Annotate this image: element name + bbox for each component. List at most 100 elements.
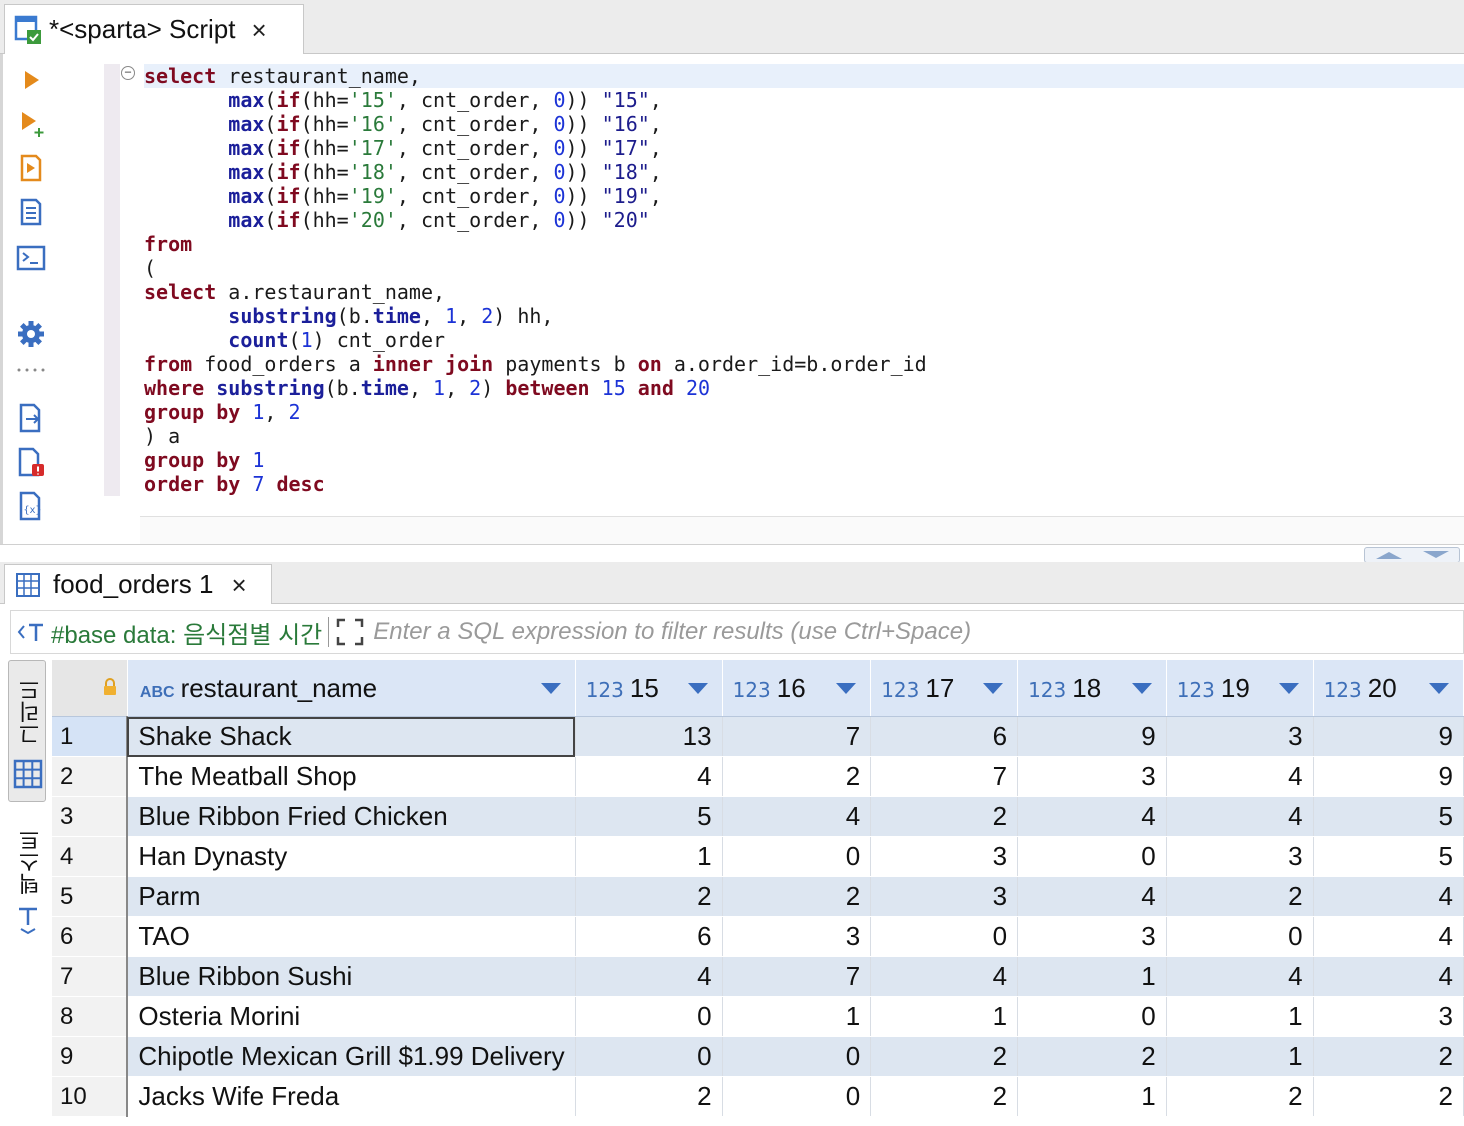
column-header[interactable]: 123 16 <box>722 660 872 717</box>
count-cell[interactable]: 2 <box>870 1076 1019 1117</box>
problems-icon[interactable] <box>13 444 49 480</box>
restaurant-name-cell[interactable]: Parm <box>127 876 576 917</box>
count-cell[interactable]: 2 <box>1166 1076 1314 1117</box>
editor-horizontal-scrollbar[interactable] <box>140 516 1464 545</box>
export-icon[interactable] <box>13 400 49 436</box>
count-cell[interactable]: 5 <box>1313 796 1464 837</box>
table-row[interactable]: 2 The Meatball Shop 4 2 7 3 4 9 <box>52 756 1464 797</box>
table-row[interactable]: 7 Blue Ribbon Sushi 4 7 4 1 4 4 <box>52 956 1464 997</box>
row-number[interactable]: 3 <box>52 796 129 837</box>
count-cell[interactable]: 2 <box>1017 1036 1167 1077</box>
code-line[interactable]: max(if(hh='17', cnt_order, 0)) "17", <box>144 136 927 160</box>
count-cell[interactable]: 4 <box>1017 796 1167 837</box>
restaurant-name-cell[interactable]: Jacks Wife Freda <box>127 1076 576 1117</box>
count-cell[interactable]: 0 <box>575 996 723 1037</box>
count-cell[interactable]: 5 <box>1313 836 1464 877</box>
count-cell[interactable]: 9 <box>1017 716 1167 757</box>
count-cell[interactable]: 0 <box>1166 916 1314 957</box>
count-cell[interactable]: 4 <box>1313 916 1464 957</box>
count-cell[interactable]: 4 <box>870 956 1019 997</box>
count-cell[interactable]: 3 <box>1313 996 1464 1037</box>
row-number[interactable]: 8 <box>52 996 129 1037</box>
code-line[interactable]: max(if(hh='15', cnt_order, 0)) "15", <box>144 88 927 112</box>
count-cell[interactable]: 5 <box>575 796 723 837</box>
explain-plan-icon[interactable] <box>13 240 49 276</box>
count-cell[interactable]: 0 <box>1017 996 1167 1037</box>
panel-splitter[interactable] <box>0 544 1464 563</box>
count-cell[interactable]: 1 <box>1017 1076 1167 1117</box>
row-number[interactable]: 6 <box>52 916 129 957</box>
sort-filter-arrow-icon[interactable] <box>836 683 857 694</box>
execute-statement-icon[interactable] <box>13 62 49 98</box>
count-cell[interactable]: 2 <box>1166 876 1314 917</box>
count-cell[interactable]: 0 <box>722 1036 872 1077</box>
table-row[interactable]: 1 Shake Shack 13 7 6 9 3 9 <box>52 716 1464 757</box>
count-cell[interactable]: 3 <box>870 876 1019 917</box>
restaurant-name-cell[interactable]: TAO <box>127 916 576 957</box>
chevron-down-icon[interactable] <box>1421 550 1451 560</box>
restaurant-name-cell[interactable]: Blue Ribbon Sushi <box>127 956 576 997</box>
column-header[interactable]: 123 15 <box>575 660 723 717</box>
count-cell[interactable]: 4 <box>1313 956 1464 997</box>
column-header[interactable]: 123 18 <box>1017 660 1167 717</box>
count-cell[interactable]: 2 <box>722 756 872 797</box>
count-cell[interactable]: 1 <box>1017 956 1167 997</box>
code-line[interactable]: group by 1 <box>144 448 927 472</box>
count-cell[interactable]: 4 <box>1017 876 1167 917</box>
tab-text-view[interactable]: 텍스트 <box>8 820 46 940</box>
execute-script-icon[interactable] <box>13 150 49 186</box>
close-icon[interactable]: × <box>231 572 246 598</box>
count-cell[interactable]: 4 <box>1166 756 1314 797</box>
execute-script-new-tab-icon[interactable] <box>13 194 49 230</box>
count-cell[interactable]: 1 <box>1166 996 1314 1037</box>
count-cell[interactable]: 3 <box>722 916 872 957</box>
tab-sparta-script[interactable]: *<sparta> Script × <box>4 4 304 54</box>
results-grid[interactable]: ABC restaurant_name 123 15 123 16 123 17 123 18 12… <box>52 660 1464 1126</box>
count-cell[interactable]: 6 <box>870 716 1019 757</box>
column-header[interactable]: 123 19 <box>1166 660 1314 717</box>
count-cell[interactable]: 4 <box>575 956 723 997</box>
code-line[interactable]: ) a <box>144 424 927 448</box>
grid-corner[interactable] <box>52 660 128 717</box>
count-cell[interactable]: 7 <box>722 716 872 757</box>
table-row[interactable]: 6 TAO 6 3 0 3 0 4 <box>52 916 1464 957</box>
count-cell[interactable]: 1 <box>870 996 1019 1037</box>
text-toggle-icon[interactable] <box>17 620 47 644</box>
count-cell[interactable]: 0 <box>575 1036 723 1077</box>
code-line[interactable]: substring(b.time, 1, 2) hh, <box>144 304 927 328</box>
sql-editor[interactable]: − select restaurant_name, max(if(hh='15'… <box>60 54 1464 544</box>
count-cell[interactable]: 4 <box>575 756 723 797</box>
count-cell[interactable]: 4 <box>1166 796 1314 837</box>
count-cell[interactable]: 1 <box>722 996 872 1037</box>
count-cell[interactable]: 3 <box>870 836 1019 877</box>
close-icon[interactable]: × <box>251 17 266 43</box>
count-cell[interactable]: 4 <box>722 796 872 837</box>
table-row[interactable]: 4 Han Dynasty 1 0 3 0 3 5 <box>52 836 1464 877</box>
count-cell[interactable]: 3 <box>1017 916 1167 957</box>
count-cell[interactable]: 0 <box>722 1076 872 1117</box>
table-row[interactable]: 8 Osteria Morini 0 1 1 0 1 3 <box>52 996 1464 1037</box>
restaurant-name-cell[interactable]: Shake Shack <box>127 716 576 757</box>
code-line[interactable]: max(if(hh='20', cnt_order, 0)) "20" <box>144 208 927 232</box>
count-cell[interactable]: 1 <box>1166 1036 1314 1077</box>
count-cell[interactable]: 7 <box>722 956 872 997</box>
row-number[interactable]: 7 <box>52 956 129 997</box>
count-cell[interactable]: 2 <box>575 1076 723 1117</box>
count-cell[interactable]: 9 <box>1313 756 1464 797</box>
sort-filter-arrow-icon[interactable] <box>540 683 561 694</box>
code-line[interactable]: select restaurant_name, <box>144 64 927 88</box>
column-header[interactable]: 123 20 <box>1313 660 1464 717</box>
code-line[interactable]: max(if(hh='19', cnt_order, 0)) "19", <box>144 184 927 208</box>
count-cell[interactable]: 9 <box>1313 716 1464 757</box>
restaurant-name-cell[interactable]: The Meatball Shop <box>127 756 576 797</box>
count-cell[interactable]: 7 <box>870 756 1019 797</box>
table-row[interactable]: 10 Jacks Wife Freda 2 0 2 1 2 2 <box>52 1076 1464 1117</box>
sort-filter-arrow-icon[interactable] <box>1278 683 1299 694</box>
row-number[interactable]: 9 <box>52 1036 129 1077</box>
count-cell[interactable]: 4 <box>1166 956 1314 997</box>
count-cell[interactable]: 3 <box>1166 836 1314 877</box>
column-header[interactable]: 123 17 <box>870 660 1019 717</box>
count-cell[interactable]: 3 <box>1017 756 1167 797</box>
sort-filter-arrow-icon[interactable] <box>1429 683 1449 694</box>
execute-in-new-tab-icon[interactable] <box>13 106 49 142</box>
